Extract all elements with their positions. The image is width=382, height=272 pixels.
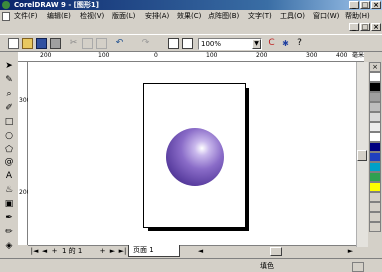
horizontal-ruler[interactable]: 200 100 0 100 200 300 400 毫米 (18, 52, 364, 62)
doc-restore-button[interactable]: □ (360, 23, 370, 31)
ruler-unit-label: 毫米 (352, 52, 365, 59)
color-swatch[interactable] (369, 122, 381, 132)
color-swatch[interactable] (369, 152, 381, 162)
transparency-tool-icon[interactable]: ▣ (3, 198, 15, 210)
scroll-right-button[interactable]: ► (346, 247, 355, 256)
page-counter: 1 的 1 (62, 247, 83, 255)
import-icon[interactable] (168, 38, 179, 49)
polygon-tool-icon[interactable]: ⬠ (3, 144, 15, 156)
color-swatch[interactable] (369, 72, 381, 82)
rectangle-tool-icon[interactable]: □ (3, 116, 15, 128)
color-swatch[interactable] (369, 112, 381, 122)
vertical-ruler[interactable]: 300 200 (18, 62, 30, 245)
zoom-tool-icon[interactable]: ⌕ (3, 88, 15, 100)
export-icon[interactable] (182, 38, 193, 49)
horizontal-scroll-thumb[interactable] (270, 247, 282, 256)
color-swatch[interactable] (369, 132, 381, 142)
add-page-after-button[interactable]: + (98, 247, 107, 256)
color-swatch[interactable] (369, 192, 381, 202)
print-icon[interactable] (50, 38, 61, 49)
first-page-button[interactable]: |◄ (30, 247, 39, 256)
close-button[interactable]: × (371, 1, 381, 9)
fill-color-indicator (352, 262, 364, 272)
ruler-label: 400 (336, 52, 348, 59)
open-icon[interactable] (22, 38, 33, 49)
menu-window[interactable]: 窗口(W) (313, 12, 339, 21)
color-swatch[interactable] (369, 182, 381, 192)
menu-layout[interactable]: 版面(L) (112, 12, 135, 21)
pick-tool-icon[interactable]: ➤ (3, 60, 15, 72)
copy-icon[interactable] (82, 38, 93, 49)
menu-text[interactable]: 文字(T) (248, 12, 272, 21)
page-shadow (148, 228, 249, 231)
freehand-tool-icon[interactable]: ✐ (3, 102, 15, 114)
doc-minimize-button[interactable]: _ (349, 23, 359, 31)
interactive-fill-icon[interactable]: ♨ (3, 184, 15, 196)
ruler-label: 200 (40, 52, 52, 59)
color-swatch[interactable] (369, 82, 381, 92)
page-tab[interactable]: 页面 1 (128, 245, 180, 257)
redo-icon[interactable]: ↷ (140, 38, 151, 49)
add-page-button[interactable]: + (50, 247, 59, 256)
menu-file[interactable]: 文件(F) (14, 12, 38, 21)
ruler-label: 200 (256, 52, 268, 59)
scroll-left-button[interactable]: ◄ (196, 247, 205, 256)
corel-online-icon[interactable]: ✱ (280, 38, 291, 49)
window-title: CorelDRAW 9 - [图形1] (14, 1, 99, 9)
app-icon (2, 1, 10, 9)
ruler-label: 0 (154, 52, 158, 59)
zoom-dropdown-arrow[interactable]: ▼ (252, 39, 261, 49)
menu-edit[interactable]: 编辑(E) (47, 12, 71, 21)
menu-tools[interactable]: 工具(O) (280, 12, 305, 21)
color-swatch[interactable] (369, 102, 381, 112)
page-shadow (246, 88, 249, 231)
no-fill-swatch[interactable]: × (369, 62, 381, 72)
title-bar: CorelDRAW 9 - [图形1] _ □ × (0, 0, 382, 10)
menu-view[interactable]: 检视(V) (80, 12, 104, 21)
menu-bar: 文件(F) 编辑(E) 检视(V) 版面(L) 安排(A) 效果(C) 点阵图(… (0, 10, 382, 23)
gradient-sphere-shape[interactable] (166, 128, 224, 186)
last-page-button[interactable]: ►| (118, 247, 127, 256)
toolbox: ➤ ✎ ⌕ ✐ □ ○ ⬠ @ A ♨ ▣ ✒ ✏ ◈ (0, 52, 18, 257)
color-palette: × (369, 62, 382, 247)
spiral-tool-icon[interactable]: @ (3, 156, 15, 168)
color-swatch[interactable] (369, 92, 381, 102)
ruler-label: 100 (206, 52, 218, 59)
outline-tool-icon[interactable]: ✏ (3, 226, 15, 238)
application-launcher-icon[interactable]: C (266, 38, 277, 49)
doc-close-button[interactable]: × (371, 23, 381, 31)
maximize-button[interactable]: □ (360, 1, 370, 9)
ruler-label: 100 (98, 52, 110, 59)
ellipse-tool-icon[interactable]: ○ (3, 130, 15, 142)
color-swatch[interactable] (369, 202, 381, 212)
vertical-scroll-thumb[interactable] (357, 150, 367, 161)
menu-help[interactable]: 帮助(H) (345, 12, 370, 21)
color-swatch[interactable] (369, 222, 381, 232)
text-tool-icon[interactable]: A (3, 170, 15, 182)
minimize-button[interactable]: _ (349, 1, 359, 9)
cut-icon[interactable]: ✂ (68, 38, 79, 49)
next-page-button[interactable]: ► (108, 247, 117, 256)
color-swatch[interactable] (369, 142, 381, 152)
shape-tool-icon[interactable]: ✎ (3, 74, 15, 86)
ruler-label: 300 (306, 52, 318, 59)
color-swatch[interactable] (369, 162, 381, 172)
menu-effects[interactable]: 效果(C) (177, 12, 201, 21)
menu-arrange[interactable]: 安排(A) (145, 12, 169, 21)
whats-this-icon[interactable]: ? (294, 38, 305, 49)
color-swatch[interactable] (369, 212, 381, 222)
document-icon[interactable] (2, 12, 10, 21)
paste-icon[interactable] (96, 38, 107, 49)
fill-tool-icon[interactable]: ◈ (3, 240, 15, 252)
eyedropper-tool-icon[interactable]: ✒ (3, 212, 15, 224)
prev-page-button[interactable]: ◄ (40, 247, 49, 256)
undo-icon[interactable]: ↶ (114, 38, 125, 49)
status-bar: 填色 (0, 258, 382, 272)
fill-status-label: 填色 (260, 262, 274, 270)
save-icon[interactable] (36, 38, 47, 49)
color-swatch[interactable] (369, 172, 381, 182)
menu-bitmaps[interactable]: 点阵图(B) (208, 12, 239, 21)
new-icon[interactable] (8, 38, 19, 49)
